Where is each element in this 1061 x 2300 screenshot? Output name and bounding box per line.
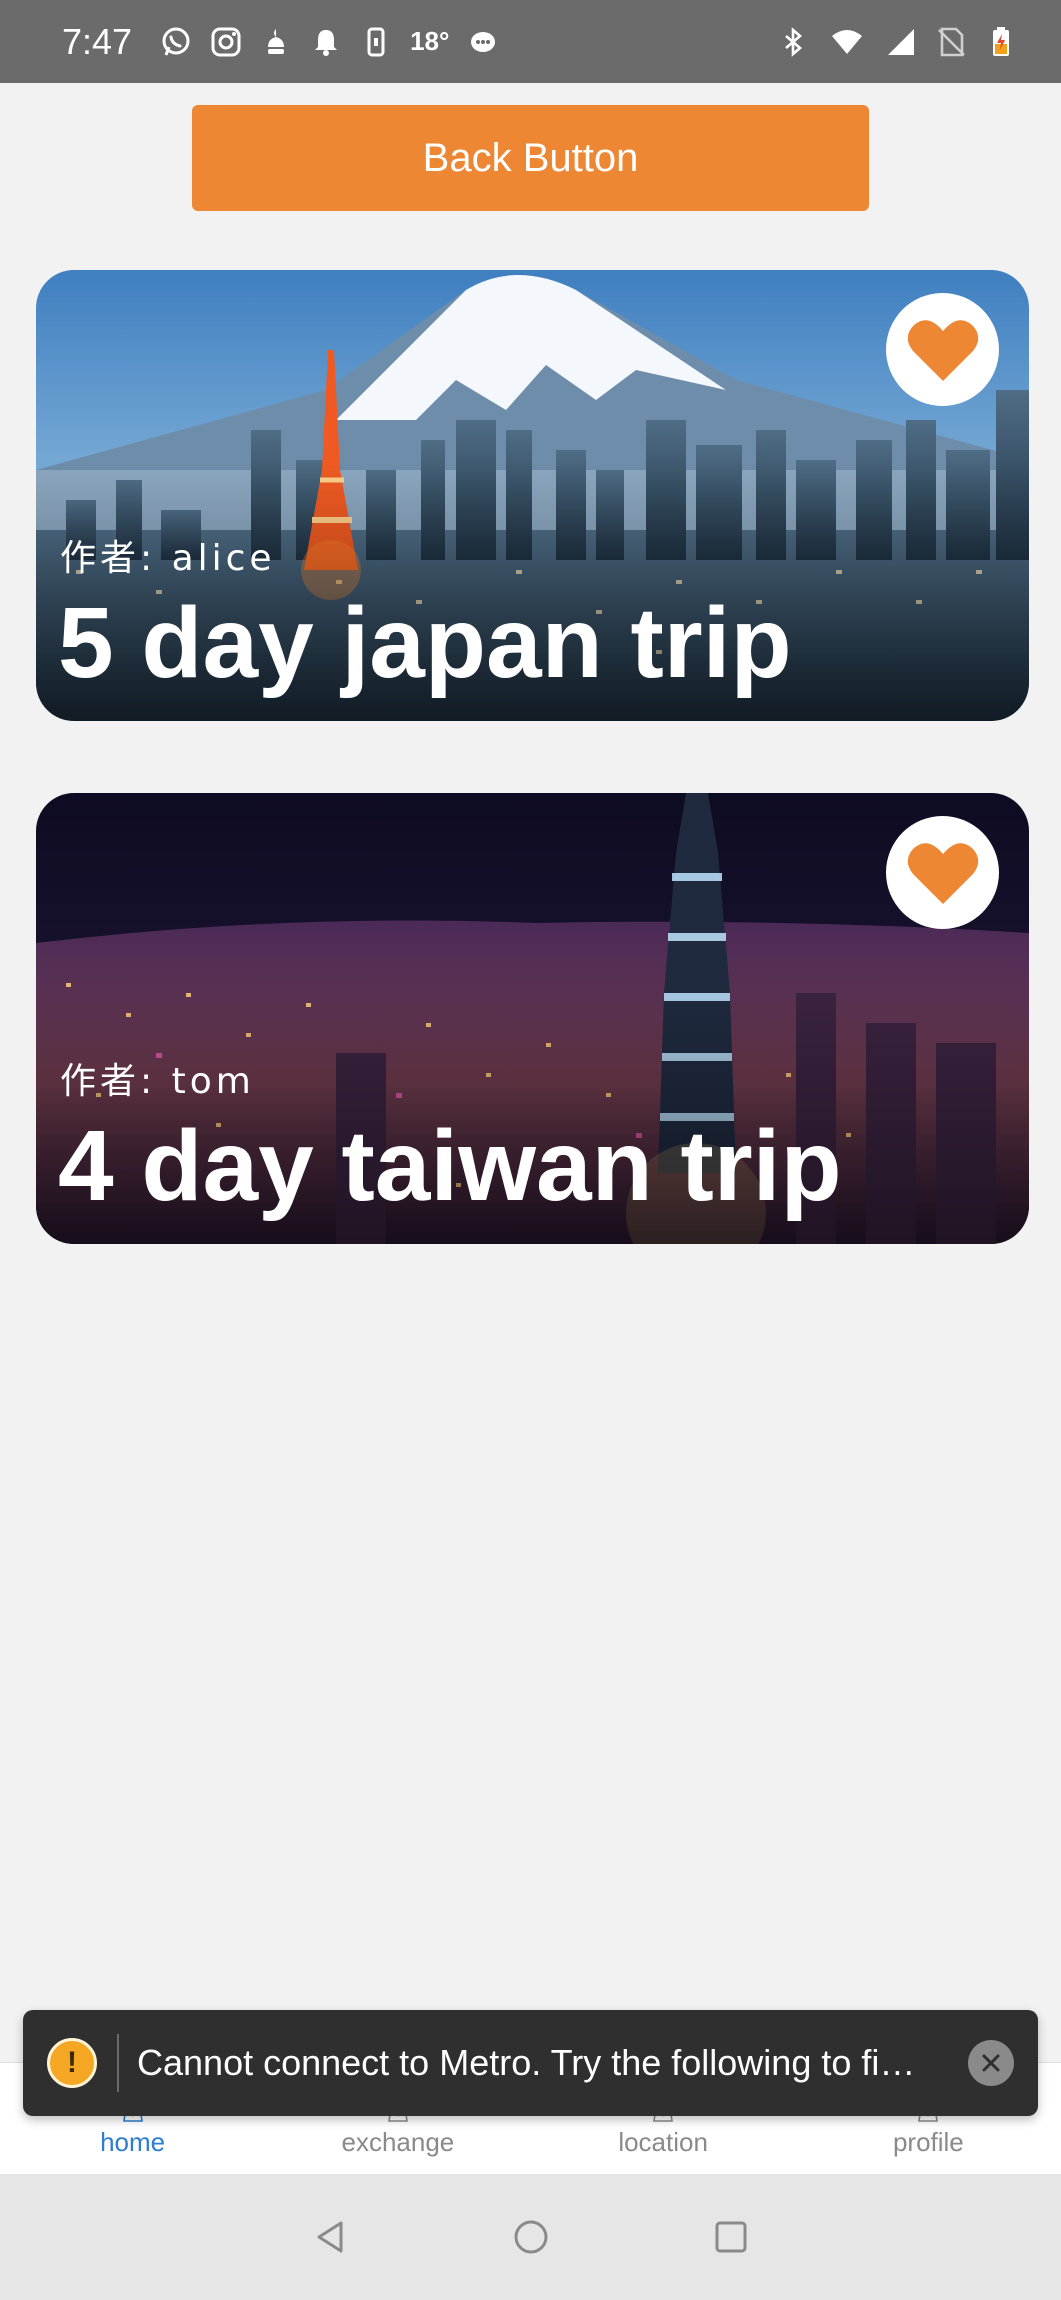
close-icon <box>982 2054 1000 2072</box>
status-time: 7:47 <box>62 20 133 62</box>
trip-card[interactable]: 作者: tom 4 day taiwan trip <box>36 793 1029 1244</box>
home-nav-icon[interactable] <box>511 2217 551 2257</box>
signal-icon <box>888 28 914 55</box>
trip-title: 5 day japan trip <box>58 587 792 699</box>
back-nav-icon[interactable] <box>311 2217 351 2257</box>
recents-nav-icon[interactable] <box>711 2217 751 2257</box>
trip-author: 作者: tom <box>60 1061 255 1102</box>
whatsapp-icon <box>162 27 190 56</box>
tab-label: home <box>100 2127 166 2157</box>
error-toast[interactable]: ! Cannot connect to Metro. Try the follo… <box>23 2010 1038 2116</box>
status-bar: 7:47 18° <box>0 0 1061 83</box>
heart-icon <box>907 842 978 904</box>
instagram-icon <box>211 27 241 56</box>
warning-icon: ! <box>47 2038 97 2088</box>
favorite-button[interactable] <box>886 293 999 406</box>
no-sim-icon <box>938 27 965 56</box>
system-nav-bar <box>0 2174 1061 2300</box>
heart-icon <box>907 319 978 381</box>
trip-title: 4 day taiwan trip <box>58 1110 842 1222</box>
status-left: 7:47 18° <box>62 21 499 63</box>
tab-label: exchange <box>341 2127 455 2157</box>
tab-label: profile <box>892 2127 964 2157</box>
back-button[interactable]: Back Button <box>192 105 869 211</box>
app-icon <box>268 28 285 54</box>
notification-bell-icon <box>315 29 338 56</box>
tab-label: location <box>618 2127 708 2157</box>
trip-author: 作者: alice <box>60 538 276 579</box>
chat-icon <box>471 31 496 52</box>
trip-card[interactable]: 作者: alice 5 day japan trip <box>36 270 1029 721</box>
toast-divider <box>117 2034 119 2092</box>
wifi-icon <box>832 29 862 54</box>
battery-charging-icon <box>993 26 1009 56</box>
bluetooth-icon <box>785 26 802 57</box>
favorite-button[interactable] <box>886 816 999 929</box>
phone-icon <box>367 27 385 56</box>
toast-close-button[interactable] <box>968 2040 1014 2086</box>
status-right <box>777 26 1017 58</box>
status-temperature: 18° <box>410 26 450 56</box>
toast-message: Cannot connect to Metro. Try the followi… <box>137 2042 916 2083</box>
